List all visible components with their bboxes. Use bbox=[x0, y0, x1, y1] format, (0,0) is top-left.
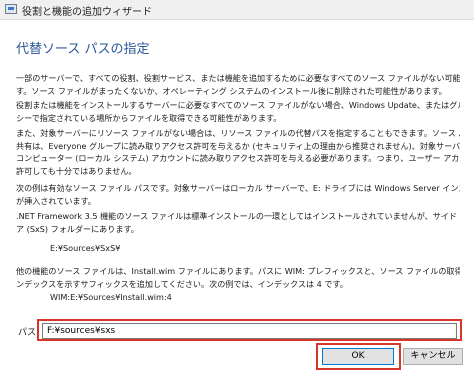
paragraph-line: 役割または機能をインストールするサーバーに必要なすべてのソース ファイルがない場… bbox=[16, 100, 460, 110]
paragraph-line: 許可しても十分ではありません。 bbox=[16, 165, 137, 176]
ok-button[interactable]: OK bbox=[322, 348, 394, 365]
path-label: パス: bbox=[18, 328, 40, 338]
intro-paragraph: 一部のサーバーで、すべての役割、役割サービス、または機能を追加するために必要なす… bbox=[16, 72, 460, 97]
paragraph-line: ア (SxS) フォルダーにあります。 bbox=[16, 223, 139, 234]
title-bar: 役割と機能の追加ウィザード bbox=[0, 0, 474, 20]
wim-paragraph: 他の機能のソース ファイルは、Install.wim ファイルにあります。パスに… bbox=[16, 265, 460, 290]
example-path: E:¥Sources¥SxS¥ bbox=[50, 243, 121, 253]
example-paragraph: 次の例は有効なソース ファイル パスです。対象サーバーはローカル サーバーで、E… bbox=[16, 182, 460, 207]
wim-example-path: WIM:E:¥Sources¥Install.wim:4 bbox=[16, 291, 460, 304]
sxs-example-path: E:¥Sources¥SxS¥ bbox=[16, 242, 460, 255]
paragraph-line: .NET Framework 3.5 機能のソース ファイルは標準インストールの… bbox=[16, 211, 460, 221]
source-path-input[interactable] bbox=[42, 323, 457, 339]
paragraph-line: す。ソース ファイルがまったくないか、オペレーティング システムのインストール後… bbox=[16, 85, 447, 96]
alternate-path-paragraph: また、対象サーバーにリソース ファイルがない場合は、リソース ファイルの代替パス… bbox=[16, 127, 460, 177]
paragraph-line: 共有は、Everyone グループに読み取りアクセス許可を与えるか (セキュリテ… bbox=[16, 140, 460, 151]
cancel-button[interactable]: キャンセル bbox=[403, 348, 463, 365]
paragraph-line: シーで指定されている場所からファイルを取得できる可能性があります。 bbox=[16, 112, 282, 123]
paragraph-line: 次の例は有効なソース ファイル パスです。対象サーバーはローカル サーバーで、E… bbox=[16, 183, 460, 193]
paragraph-line: 一部のサーバーで、すべての役割、役割サービス、または機能を追加するために必要なす… bbox=[16, 73, 460, 83]
paragraph-line: また、対象サーバーにリソース ファイルがない場合は、リソース ファイルの代替パス… bbox=[16, 128, 460, 138]
wizard-content: 代替ソース パスの指定 一部のサーバーで、すべての役割、役割サービス、または機能… bbox=[0, 20, 474, 336]
example-path: WIM:E:¥Sources¥Install.wim:4 bbox=[50, 292, 172, 302]
server-manager-icon bbox=[5, 4, 17, 14]
paragraph-line: コンピューター (ローカル システム) アカウントに読み取りアクセス許可を与える… bbox=[16, 153, 460, 164]
netfx-paragraph: .NET Framework 3.5 機能のソース ファイルは標準インストールの… bbox=[16, 210, 460, 235]
windows-update-paragraph: 役割または機能をインストールするサーバーに必要なすべてのソース ファイルがない場… bbox=[16, 99, 460, 124]
window-title: 役割と機能の追加ウィザード bbox=[22, 7, 152, 18]
paragraph-line: 他の機能のソース ファイルは、Install.wim ファイルにあります。パスに… bbox=[16, 266, 460, 276]
paragraph-line: ンデックスを示すサフィックスを追加してください。次の例では、インデックスは 4 … bbox=[16, 278, 348, 289]
page-heading: 代替ソース パスの指定 bbox=[16, 42, 150, 57]
path-row: パス: bbox=[0, 323, 474, 341]
paragraph-line: が挿入されています。 bbox=[16, 195, 96, 206]
